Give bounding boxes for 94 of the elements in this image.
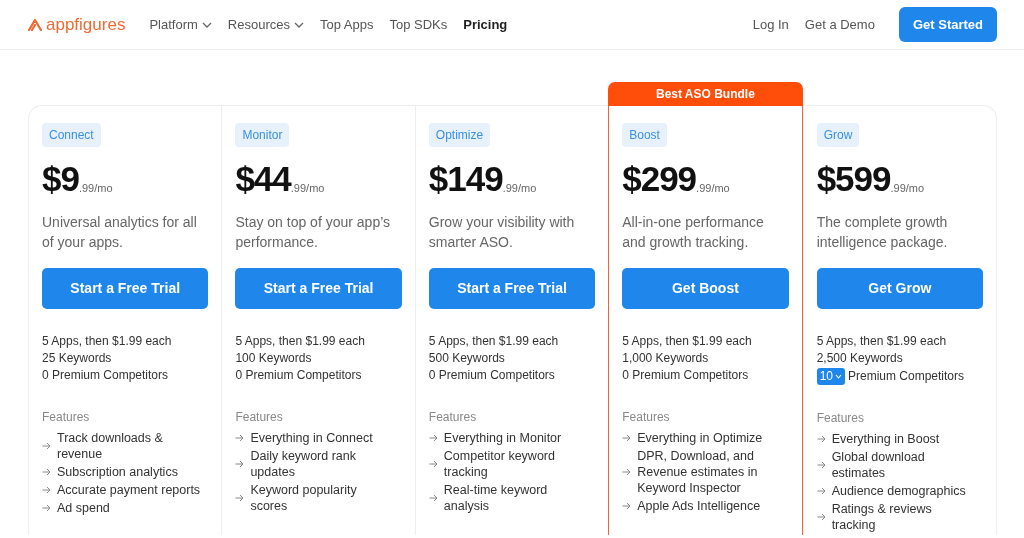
chevron-down-icon <box>201 21 212 28</box>
feature-item: Competitor keyword tracking <box>443 448 556 480</box>
chevron-down-icon <box>293 21 304 28</box>
plan-limit: 0 Premium Competitors <box>235 367 363 384</box>
nav-link[interactable]: Pricing <box>463 14 508 35</box>
plan-description: The complete growth intelligence package. <box>816 213 949 252</box>
nav-link[interactable]: Get a Demo <box>804 14 875 35</box>
price-cents: .99/mo <box>696 181 730 196</box>
plan-limit: 0 Premium Competitors <box>428 367 556 384</box>
feature-item: Everything in Monitor <box>443 430 562 446</box>
arrow-right-icon <box>42 442 51 450</box>
plan-button[interactable]: Start a Free Trial <box>42 268 209 309</box>
plan-button[interactable]: Get Grow <box>816 268 984 309</box>
feature-item: Everything in Optimize <box>637 430 763 446</box>
plan-price: $9 <box>42 161 79 196</box>
nav-link[interactable]: Top SDKs <box>389 14 448 35</box>
price-cents: .99/mo <box>890 180 925 196</box>
features-heading: Features <box>816 410 865 427</box>
plan-limit: 5 Apps, then $1.99 each <box>622 333 753 350</box>
plan-limit: Premium Competitors <box>848 368 964 385</box>
feature-item: Audience demographics <box>831 483 966 499</box>
plan-tag: Optimize <box>428 123 491 147</box>
feature-item: Global download estimates <box>831 449 926 481</box>
logo-icon <box>28 17 42 32</box>
plan-button[interactable]: Start a Free Trial <box>235 268 402 309</box>
arrow-right-icon <box>428 460 438 468</box>
nav-link[interactable]: Top Apps <box>319 14 374 35</box>
arrow-right-icon <box>235 434 245 442</box>
feature-item: Track downloads & revenue <box>57 430 164 462</box>
plan-button[interactable]: Get Boost <box>622 268 789 309</box>
chevron-down-icon <box>835 374 842 379</box>
get-started-button[interactable]: Get Started <box>898 6 997 43</box>
feature-item: Real-time keyword analysis <box>443 482 549 514</box>
feature-item: Ad spend <box>57 500 110 516</box>
features-heading: Features <box>235 409 284 426</box>
plan-description: All-in-one performance and growth tracking. <box>622 213 765 252</box>
price-cents: .99/mo <box>290 181 325 196</box>
plan-tag: Boost <box>622 123 667 147</box>
nav-link[interactable]: Log In <box>752 14 789 35</box>
plan-limit: 5 Apps, then $1.99 each <box>428 333 560 350</box>
plan-tag: Monitor <box>235 123 290 147</box>
plan-tag: Grow <box>816 123 860 147</box>
plan-tag: Connect <box>42 123 101 147</box>
feature-item: Daily keyword rank updates <box>250 448 357 480</box>
feature-item: Ratings & reviews tracking <box>831 501 933 533</box>
arrow-right-icon <box>42 468 51 476</box>
plan-limit: 0 Premium Competitors <box>622 367 750 384</box>
arrow-right-icon <box>622 468 632 476</box>
feature-item: Accurate payment reports <box>57 482 201 498</box>
nav-link[interactable]: Platform <box>149 14 212 35</box>
plan-limit: 25 Keywords <box>42 350 113 367</box>
plan-limit: 100 Keywords <box>235 350 313 367</box>
features-heading: Features <box>42 409 91 426</box>
plan-button[interactable]: Start a Free Trial <box>428 268 596 309</box>
arrow-right-icon <box>816 513 826 521</box>
plan-description: Stay on top of your app’s performance. <box>235 213 392 252</box>
arrow-right-icon <box>235 460 245 468</box>
plan-price: $149 <box>428 161 503 196</box>
feature-item: DPR, Download, and Revenue estimates in Keyword Inspector <box>637 448 759 496</box>
plan-limit: 5 Apps, then $1.99 each <box>235 333 366 350</box>
price-cents: .99/mo <box>502 181 537 196</box>
feature-item: Subscription analytics <box>57 464 178 480</box>
arrow-right-icon <box>428 434 438 442</box>
plan-limit: 0 Premium Competitors <box>42 367 170 384</box>
nav-link[interactable]: Resources <box>227 14 304 35</box>
plan-limit: 2,500 Keywords <box>816 350 904 367</box>
arrow-right-icon <box>42 504 51 512</box>
plan-limit: 1,000 Keywords <box>622 350 710 367</box>
arrow-right-icon <box>816 435 826 443</box>
plan-description: Grow your visibility with smarter ASO. <box>428 213 576 252</box>
plan-price: $299 <box>622 161 697 196</box>
arrow-right-icon <box>622 434 632 442</box>
feature-item: Apple Ads Intelligence <box>637 498 761 514</box>
arrow-right-icon <box>235 494 245 502</box>
arrow-right-icon <box>428 494 438 502</box>
feature-item: Everything in Connect <box>250 430 373 446</box>
feature-item: Everything in Boost <box>831 431 940 447</box>
arrow-right-icon <box>622 502 632 510</box>
plan-limit: 5 Apps, then $1.99 each <box>816 333 948 350</box>
price-cents: .99/mo <box>78 181 113 196</box>
plan-description: Universal analytics for all of your apps. <box>42 213 198 252</box>
feature-item: Keyword popularity scores <box>250 482 358 514</box>
plan-price: $599 <box>816 161 891 196</box>
arrow-right-icon <box>816 487 826 495</box>
features-heading: Features <box>428 409 478 426</box>
plan-price: $44 <box>235 161 291 196</box>
plan-ribbon: Best ASO Bundle <box>608 82 803 106</box>
arrow-right-icon <box>816 461 826 469</box>
features-heading: Features <box>622 409 671 426</box>
arrow-right-icon <box>42 486 51 494</box>
competitors-dropdown[interactable]: 10 <box>816 368 845 385</box>
logo-text[interactable]: appfigures <box>46 11 126 38</box>
plan-limit: 500 Keywords <box>428 350 506 367</box>
plan-limit: 5 Apps, then $1.99 each <box>42 333 173 350</box>
